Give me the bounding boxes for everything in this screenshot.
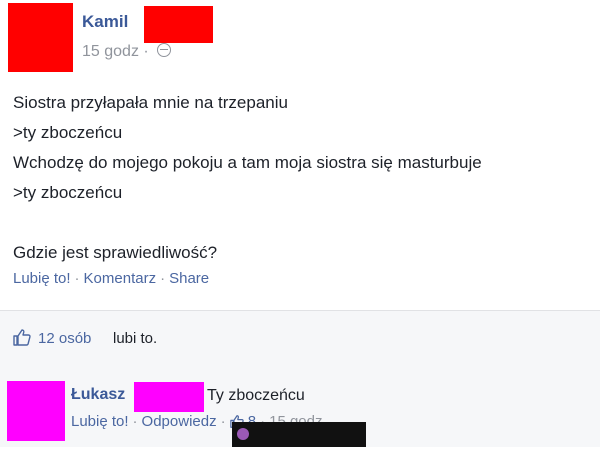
commenter-avatar[interactable] bbox=[7, 381, 65, 441]
post-author-name[interactable]: Kamil bbox=[82, 12, 128, 32]
comment-link[interactable]: Komentarz bbox=[84, 270, 157, 287]
post-line: Wchodzę do mojego pokoju a tam moja sios… bbox=[13, 153, 482, 172]
share-link[interactable]: Share bbox=[169, 270, 209, 287]
post-line: >ty zboczeńcu bbox=[13, 123, 123, 142]
post-line: Gdzie jest sprawiedliwość? bbox=[13, 243, 218, 262]
post-timestamp[interactable]: 15 godz bbox=[82, 43, 139, 60]
comment-reply-link[interactable]: Odpowiedz bbox=[142, 413, 217, 430]
action-separator: · bbox=[160, 270, 166, 287]
action-separator: · bbox=[132, 413, 138, 430]
watermark-text: DZIWNEKOMIKSY.PL bbox=[232, 452, 358, 466]
comment-text: Ty zboczeńcu bbox=[207, 387, 305, 404]
post-line: >ty zboczeńcu bbox=[13, 183, 123, 202]
meta-separator: · bbox=[143, 43, 149, 60]
site-watermark: DZIWNEKOMIKSY.PL bbox=[232, 422, 366, 466]
post-line: Siostra przyłapała mnie na trzepaniu bbox=[13, 93, 288, 112]
action-separator: · bbox=[74, 270, 80, 287]
globe-icon[interactable] bbox=[157, 43, 172, 57]
author-avatar[interactable] bbox=[8, 3, 73, 72]
redaction-block bbox=[144, 6, 213, 43]
comment-author-name[interactable]: Łukasz bbox=[71, 386, 125, 404]
post-actions: Lubię to! · Komentarz · Share bbox=[13, 270, 209, 287]
likes-text: lubi to. bbox=[113, 330, 158, 347]
like-link[interactable]: Lubię to! bbox=[13, 270, 71, 287]
post-body: Siostra przyłapała mnie na trzepaniu >ty… bbox=[13, 88, 482, 268]
action-separator: · bbox=[220, 413, 226, 430]
post-card: Kamil 15 godz · Siostra przyłapała mnie … bbox=[0, 0, 600, 310]
mascot-icon bbox=[237, 428, 249, 440]
comment-like-link[interactable]: Lubię to! bbox=[71, 413, 129, 430]
redaction-block bbox=[134, 382, 204, 412]
post-meta: 15 godz · bbox=[82, 43, 172, 61]
post-line bbox=[13, 208, 482, 238]
thumbs-up-icon bbox=[13, 329, 31, 346]
likes-count-link[interactable]: 12 osób bbox=[38, 330, 91, 347]
